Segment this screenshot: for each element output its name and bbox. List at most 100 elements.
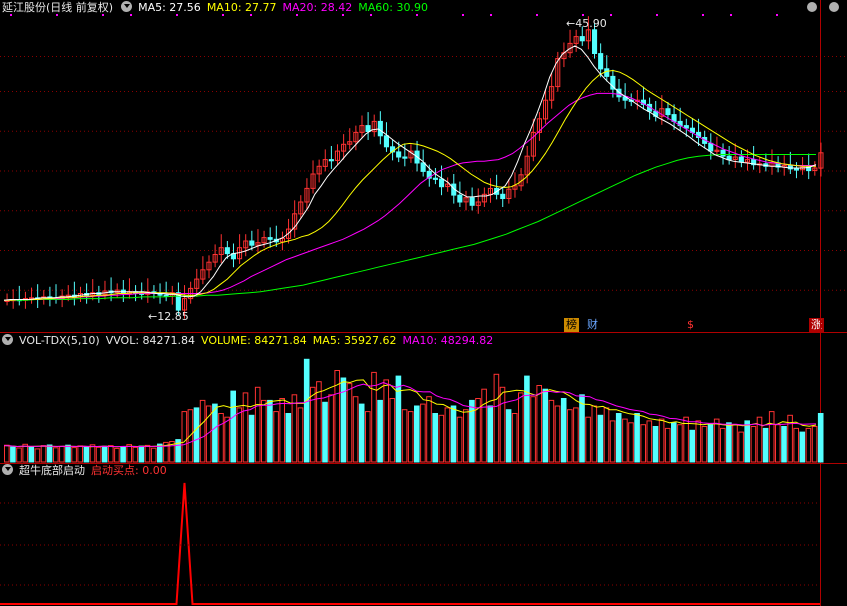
volume-bar bbox=[59, 446, 65, 463]
volume-bar bbox=[10, 446, 16, 463]
volume-bar bbox=[426, 396, 432, 463]
volume-bar bbox=[254, 386, 261, 463]
volume-bar bbox=[536, 385, 543, 463]
signal-dot-mark bbox=[536, 14, 538, 16]
high-price-label: ←45.90 bbox=[566, 17, 607, 30]
signal-dot-mark bbox=[656, 14, 658, 16]
volume-bar bbox=[199, 399, 206, 463]
volume-bar bbox=[817, 413, 824, 463]
signal-dot-mark bbox=[342, 14, 344, 16]
volume-bar bbox=[579, 394, 585, 463]
volume-bar bbox=[108, 445, 114, 463]
candle-body bbox=[793, 168, 800, 171]
candle-body bbox=[683, 125, 689, 129]
volume-bar bbox=[346, 383, 353, 463]
signal-dot-mark bbox=[250, 14, 252, 16]
volume-bar bbox=[499, 386, 506, 463]
volume-bar bbox=[316, 381, 322, 463]
volume-bar bbox=[744, 420, 751, 463]
volume-bar bbox=[230, 390, 236, 463]
volume-bar bbox=[212, 403, 218, 463]
volume-bar bbox=[77, 445, 84, 463]
candle-body bbox=[726, 155, 732, 161]
signal-dot-mark bbox=[102, 14, 104, 16]
volume-bar bbox=[242, 392, 249, 463]
candle-body bbox=[469, 197, 475, 206]
volume-bar bbox=[811, 426, 818, 463]
volume-bar bbox=[511, 413, 518, 463]
volume-bar bbox=[132, 446, 139, 463]
candle-body bbox=[598, 53, 604, 70]
candle-body bbox=[383, 135, 389, 148]
volume-bar bbox=[401, 409, 408, 463]
volume-bar bbox=[518, 392, 524, 463]
volume-bar bbox=[95, 446, 102, 463]
signal-dot-mark bbox=[10, 14, 12, 16]
volume-bar bbox=[591, 405, 598, 463]
volume-bar bbox=[83, 446, 90, 463]
volume-bar bbox=[463, 409, 469, 463]
volume-bar bbox=[720, 427, 726, 463]
volume-bar bbox=[65, 444, 71, 463]
volume-bar bbox=[799, 431, 806, 463]
volume-bar bbox=[310, 386, 316, 463]
volume-bar bbox=[352, 396, 359, 463]
high-price-arrow-icon: ← bbox=[566, 17, 576, 30]
volume-bar bbox=[597, 414, 604, 463]
volume-bar bbox=[732, 424, 738, 463]
volume-bar bbox=[707, 424, 714, 463]
volume-bar bbox=[450, 405, 457, 463]
volume-bar bbox=[383, 379, 389, 463]
volume-bar bbox=[120, 446, 126, 463]
volume-bar bbox=[573, 407, 579, 463]
volume-bar bbox=[622, 418, 628, 463]
signal-dot-mark bbox=[610, 14, 612, 16]
signal-dot-mark bbox=[490, 14, 492, 16]
volume-bar bbox=[762, 427, 769, 463]
volume-bar bbox=[548, 399, 555, 463]
volume-bar bbox=[671, 422, 677, 463]
volume-bar bbox=[677, 424, 683, 463]
volume-bar bbox=[560, 398, 567, 463]
volume-bar bbox=[646, 420, 653, 463]
signal-dot-mark bbox=[776, 14, 778, 16]
volume-bar bbox=[542, 388, 549, 463]
volume-bar bbox=[71, 447, 77, 463]
volume-bar bbox=[4, 444, 10, 463]
volume-bar bbox=[261, 399, 267, 463]
candle-body bbox=[457, 194, 463, 203]
volume-bar bbox=[340, 377, 347, 463]
buy-signal-line bbox=[0, 482, 820, 605]
low-price-label: ←12.85 bbox=[148, 310, 189, 323]
signal-dot-mark bbox=[702, 14, 704, 16]
volume-bar bbox=[634, 413, 640, 463]
volume-bar bbox=[138, 445, 145, 463]
volume-bar bbox=[420, 403, 426, 463]
volume-bar bbox=[273, 411, 279, 463]
volume-bar bbox=[53, 447, 59, 463]
chart-canvas bbox=[0, 0, 847, 606]
volume-bar bbox=[530, 396, 536, 463]
volume-bar bbox=[493, 373, 500, 463]
candle-body bbox=[402, 156, 408, 159]
volume-bar bbox=[444, 407, 451, 463]
volume-bar bbox=[358, 403, 365, 463]
candle-body bbox=[432, 177, 438, 180]
volume-bar bbox=[456, 416, 463, 463]
volume-bar bbox=[487, 405, 493, 463]
volume-bar bbox=[414, 405, 420, 463]
signal-dot-mark bbox=[56, 14, 58, 16]
volume-bar bbox=[567, 409, 573, 463]
volume-bar bbox=[46, 444, 53, 463]
volume-bar bbox=[775, 424, 781, 463]
signal-dot-mark bbox=[176, 14, 178, 16]
volume-bar bbox=[22, 443, 28, 463]
volume-bar bbox=[695, 420, 702, 463]
volume-bar bbox=[524, 375, 530, 463]
volume-bar bbox=[652, 426, 659, 463]
volume-bar bbox=[585, 416, 591, 463]
volume-bar bbox=[267, 399, 273, 463]
signal-dot-mark bbox=[582, 14, 584, 16]
ma60-line bbox=[4, 154, 816, 301]
volume-bar bbox=[750, 426, 757, 463]
